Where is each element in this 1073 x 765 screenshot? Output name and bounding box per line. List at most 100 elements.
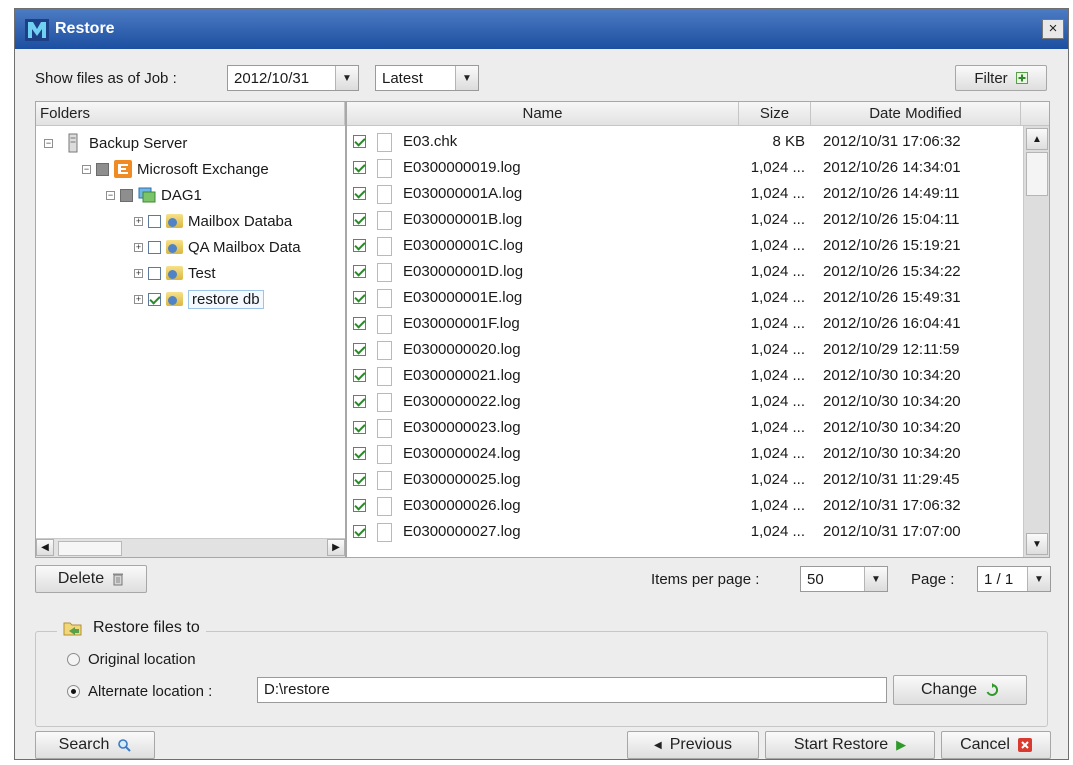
- table-row[interactable]: E0300000021.log 1,024 ... 2012/10/30 10:34…: [347, 363, 1021, 389]
- table-row[interactable]: E0300000023.log 1,024 ... 2012/10/30 10:34…: [347, 415, 1021, 441]
- table-row[interactable]: E0300000026.log 1,024 ... 2012/10/31 17:06…: [347, 493, 1021, 519]
- scrollbar-thumb[interactable]: [1026, 152, 1048, 196]
- change-button[interactable]: Change: [893, 675, 1027, 705]
- start-restore-button[interactable]: Start Restore ▶: [765, 731, 935, 759]
- original-location-radio[interactable]: [67, 653, 80, 666]
- row-checkbox[interactable]: [353, 421, 366, 434]
- tree-node-backup-server[interactable]: − Backup Server: [44, 130, 187, 156]
- checkbox[interactable]: [148, 214, 161, 228]
- tree-node-dag1[interactable]: − DAG1: [106, 182, 202, 208]
- delete-button[interactable]: Delete: [35, 565, 147, 593]
- cancel-button[interactable]: Cancel: [941, 731, 1051, 759]
- row-checkbox[interactable]: [353, 291, 366, 304]
- alternate-location-input[interactable]: D:\restore: [257, 677, 887, 703]
- column-header-name[interactable]: Name: [347, 102, 739, 126]
- scroll-up-icon[interactable]: ▲: [1026, 128, 1048, 150]
- file-date: 2012/10/30 10:34:20: [823, 445, 961, 462]
- checkbox[interactable]: [148, 266, 161, 280]
- log-file-icon: [377, 263, 392, 282]
- database-folder-icon: [166, 214, 183, 228]
- expand-icon[interactable]: +: [134, 216, 143, 226]
- folders-hscrollbar[interactable]: ◀ ▶: [36, 538, 345, 557]
- row-checkbox[interactable]: [353, 239, 366, 252]
- row-checkbox[interactable]: [353, 395, 366, 408]
- alternate-location-option[interactable]: Alternate location :: [67, 683, 212, 700]
- expand-icon[interactable]: +: [134, 242, 143, 252]
- log-file-icon: [377, 497, 392, 516]
- close-button[interactable]: ×: [1042, 19, 1064, 39]
- table-row[interactable]: E030000001D.log 1,024 ... 2012/10/26 15:34…: [347, 259, 1021, 285]
- job-date-select[interactable]: 2012/10/31 ▼: [227, 65, 359, 91]
- row-checkbox[interactable]: [353, 343, 366, 356]
- database-folder-icon: [166, 292, 183, 306]
- window-title: Restore: [55, 20, 115, 37]
- filter-button[interactable]: Filter: [955, 65, 1047, 91]
- table-row[interactable]: E03.chk 8 KB 2012/10/31 17:06:32: [347, 129, 1021, 155]
- items-per-page-select[interactable]: 50 ▼: [800, 566, 888, 592]
- chevron-down-icon: ▼: [1027, 567, 1050, 591]
- file-date: 2012/10/30 10:34:20: [823, 367, 961, 384]
- tree-node-qa-mailbox-database[interactable]: + QA Mailbox Data: [134, 234, 301, 260]
- tree-node-microsoft-exchange[interactable]: − Microsoft Exchange: [82, 156, 269, 182]
- column-header-date[interactable]: Date Modified: [811, 102, 1021, 126]
- collapse-icon[interactable]: −: [44, 138, 53, 148]
- checkbox[interactable]: [148, 240, 161, 254]
- tree-node-test[interactable]: + Test: [134, 260, 216, 286]
- title-bar[interactable]: Restore ×: [15, 9, 1068, 49]
- collapse-icon[interactable]: −: [82, 164, 91, 174]
- tree-node-restore-db[interactable]: + restore db: [134, 286, 264, 312]
- job-date-value: 2012/10/31: [234, 69, 310, 87]
- table-row[interactable]: E0300000019.log 1,024 ... 2012/10/26 14:34…: [347, 155, 1021, 181]
- row-checkbox[interactable]: [353, 265, 366, 278]
- file-size: 1,024 ...: [750, 159, 805, 176]
- original-location-option[interactable]: Original location: [67, 651, 196, 668]
- collapse-icon[interactable]: −: [106, 190, 115, 200]
- row-checkbox[interactable]: [353, 447, 366, 460]
- row-checkbox[interactable]: [353, 161, 366, 174]
- tree-node-mailbox-database[interactable]: + Mailbox Databa: [134, 208, 292, 234]
- tree-node-label: Microsoft Exchange: [137, 160, 269, 178]
- table-row[interactable]: E0300000022.log 1,024 ... 2012/10/30 10:34…: [347, 389, 1021, 415]
- partial-checkbox[interactable]: [96, 162, 109, 176]
- row-checkbox[interactable]: [353, 317, 366, 330]
- scrollbar-thumb[interactable]: [58, 541, 122, 556]
- chevron-down-icon: ▼: [455, 66, 478, 90]
- table-row[interactable]: E0300000025.log 1,024 ... 2012/10/31 11:29…: [347, 467, 1021, 493]
- row-checkbox[interactable]: [353, 213, 366, 226]
- checked-checkbox[interactable]: [148, 292, 161, 306]
- scroll-down-icon[interactable]: ▼: [1026, 533, 1048, 555]
- files-vscrollbar[interactable]: ▲ ▼: [1023, 126, 1049, 557]
- log-file-icon: [377, 419, 392, 438]
- scroll-left-icon[interactable]: ◀: [36, 539, 54, 556]
- row-checkbox[interactable]: [353, 499, 366, 512]
- row-checkbox[interactable]: [353, 135, 366, 148]
- expand-icon[interactable]: +: [134, 294, 143, 304]
- table-row[interactable]: E030000001F.log 1,024 ... 2012/10/26 16:04…: [347, 311, 1021, 337]
- table-row[interactable]: E0300000020.log 1,024 ... 2012/10/29 12:11…: [347, 337, 1021, 363]
- table-row[interactable]: E030000001B.log 1,024 ... 2012/10/26 15:04…: [347, 207, 1021, 233]
- row-checkbox[interactable]: [353, 525, 366, 538]
- expand-icon[interactable]: +: [134, 268, 143, 278]
- table-row[interactable]: E0300000024.log 1,024 ... 2012/10/30 10:34…: [347, 441, 1021, 467]
- previous-button[interactable]: ◀ Previous: [627, 731, 759, 759]
- log-file-icon: [377, 393, 392, 412]
- table-row[interactable]: E030000001A.log 1,024 ... 2012/10/26 14:49…: [347, 181, 1021, 207]
- log-file-icon: [377, 289, 392, 308]
- row-checkbox[interactable]: [353, 187, 366, 200]
- folders-panel: Folders − Backup Server − Microsoft Exch…: [35, 101, 346, 558]
- files-panel: Name Size Date Modified E03.chk 8 KB 2012/…: [346, 101, 1050, 558]
- search-button[interactable]: Search: [35, 731, 155, 759]
- row-checkbox[interactable]: [353, 473, 366, 486]
- partial-checkbox[interactable]: [120, 188, 133, 202]
- table-row[interactable]: E030000001C.log 1,024 ... 2012/10/26 15:19…: [347, 233, 1021, 259]
- page-select[interactable]: 1 / 1 ▼: [977, 566, 1051, 592]
- row-checkbox[interactable]: [353, 369, 366, 382]
- version-select[interactable]: Latest ▼: [375, 65, 479, 91]
- column-header-size[interactable]: Size: [739, 102, 811, 126]
- table-row[interactable]: E030000001E.log 1,024 ... 2012/10/26 15:49…: [347, 285, 1021, 311]
- file-date: 2012/10/30 10:34:20: [823, 419, 961, 436]
- file-name: E0300000019.log: [403, 159, 521, 176]
- alternate-location-radio[interactable]: [67, 685, 80, 698]
- scroll-right-icon[interactable]: ▶: [327, 539, 345, 556]
- table-row[interactable]: E0300000027.log 1,024 ... 2012/10/31 17:07…: [347, 519, 1021, 545]
